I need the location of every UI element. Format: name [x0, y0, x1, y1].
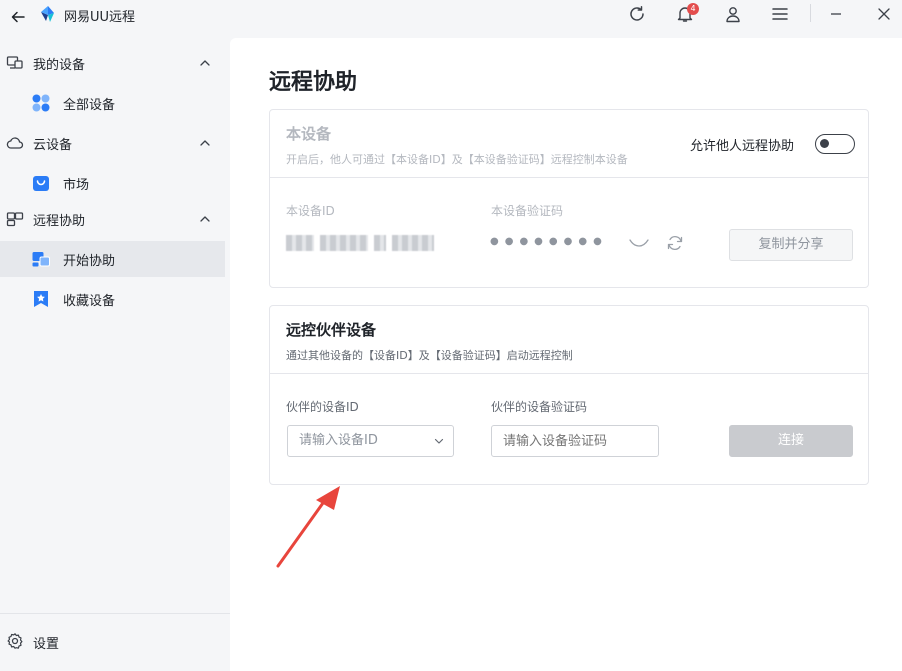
sidebar-item-settings[interactable]: 设置	[0, 623, 230, 659]
sidebar-group-remote-assist[interactable]: 远程协助	[0, 201, 230, 237]
partner-code-input[interactable]	[491, 425, 659, 457]
notification-bell-button[interactable]: 4	[671, 2, 699, 26]
copy-and-share-button[interactable]: 复制并分享	[729, 229, 853, 261]
device-code-masked: ●●●●●●●●	[490, 236, 608, 247]
toggle-knob	[820, 139, 829, 148]
sidebar-group-cloud-devices[interactable]: 云设备	[0, 125, 230, 161]
sidebar-item-favorite-devices[interactable]: 收藏设备	[0, 281, 225, 317]
app-logo-icon	[38, 4, 58, 24]
main-panel: 远程协助 本设备 开启后，他人可通过【本设备ID】及【本设备验证码】远程控制本设…	[230, 38, 902, 671]
partner-card-header: 远控伙伴设备 通过其他设备的【设备ID】及【设备验证码】启动远程控制	[270, 306, 868, 374]
sidebar: 我的设备 全部设备 云设备 市场 远程协助 开始协助 收藏设备 设置	[0, 38, 230, 671]
partner-id-label: 伙伴的设备ID	[286, 400, 359, 414]
allow-remote-toggle[interactable]	[815, 134, 855, 154]
cloud-icon	[6, 137, 24, 149]
partner-code-label: 伙伴的设备验证码	[491, 400, 588, 414]
sidebar-item-label: 开始协助	[63, 254, 116, 269]
sidebar-item-all-devices[interactable]: 全部设备	[0, 85, 225, 121]
sidebar-group-label: 云设备	[33, 138, 73, 153]
chevron-up-icon	[200, 140, 210, 146]
sidebar-item-market[interactable]: 市场	[0, 165, 225, 201]
this-device-card-header: 本设备 开启后，他人可通过【本设备ID】及【本设备验证码】远程控制本设备 允许他…	[270, 110, 868, 178]
bag-icon	[33, 176, 49, 191]
this-device-desc: 开启后，他人可通过【本设备ID】及【本设备验证码】远程控制本设备	[286, 153, 628, 166]
partner-id-select[interactable]: 请输入设备ID	[287, 425, 454, 457]
partner-device-card: 远控伙伴设备 通过其他设备的【设备ID】及【设备验证码】启动远程控制 伙伴的设备…	[269, 305, 869, 485]
chevron-up-icon	[200, 216, 210, 222]
sidebar-item-label: 市场	[63, 178, 90, 193]
close-icon[interactable]	[870, 2, 898, 26]
minimize-icon[interactable]	[822, 2, 850, 26]
grid-icon	[32, 94, 50, 112]
sidebar-divider	[0, 613, 230, 614]
gear-icon	[7, 633, 23, 649]
settings-label: 设置	[33, 637, 60, 652]
sidebar-group-label: 远程协助	[33, 214, 86, 229]
refresh-code-icon[interactable]	[666, 234, 684, 252]
chevron-up-icon	[200, 60, 210, 66]
sidebar-item-label: 收藏设备	[63, 294, 116, 309]
sidebar-item-start-assist[interactable]: 开始协助	[0, 241, 225, 277]
refresh-icon[interactable]	[623, 2, 651, 26]
notification-badge: 4	[687, 3, 699, 15]
chevron-down-icon	[434, 438, 444, 444]
titlebar-divider	[810, 4, 811, 22]
sidebar-group-my-devices[interactable]: 我的设备	[0, 45, 230, 81]
assist-icon	[32, 252, 50, 267]
sidebar-item-label: 全部设备	[63, 98, 116, 113]
sidebar-group-label: 我的设备	[33, 58, 86, 73]
allow-remote-label: 允许他人远程协助	[690, 139, 795, 154]
star-bookmark-icon	[34, 291, 48, 307]
monitor-icon	[6, 56, 23, 69]
remote-icon	[6, 212, 24, 227]
device-code-label: 本设备验证码	[491, 204, 564, 218]
this-device-card: 本设备 开启后，他人可通过【本设备ID】及【本设备验证码】远程控制本设备 允许他…	[269, 109, 869, 288]
partner-title: 远控伙伴设备	[286, 321, 377, 339]
user-icon[interactable]	[719, 2, 747, 26]
page-title: 远程协助	[269, 70, 358, 95]
eye-closed-icon[interactable]	[628, 236, 650, 250]
device-id-label: 本设备ID	[286, 204, 335, 218]
partner-desc: 通过其他设备的【设备ID】及【设备验证码】启动远程控制	[286, 349, 573, 362]
back-arrow-icon[interactable]	[6, 5, 30, 29]
device-id-value-blurred	[286, 235, 440, 251]
connect-button[interactable]: 连接	[729, 425, 853, 457]
menu-icon[interactable]	[766, 2, 794, 26]
app-title: 网易UU远程	[64, 10, 136, 25]
this-device-title: 本设备	[286, 125, 332, 143]
title-bar: 网易UU远程 4	[0, 0, 902, 38]
partner-id-placeholder: 请输入设备ID	[299, 433, 378, 448]
